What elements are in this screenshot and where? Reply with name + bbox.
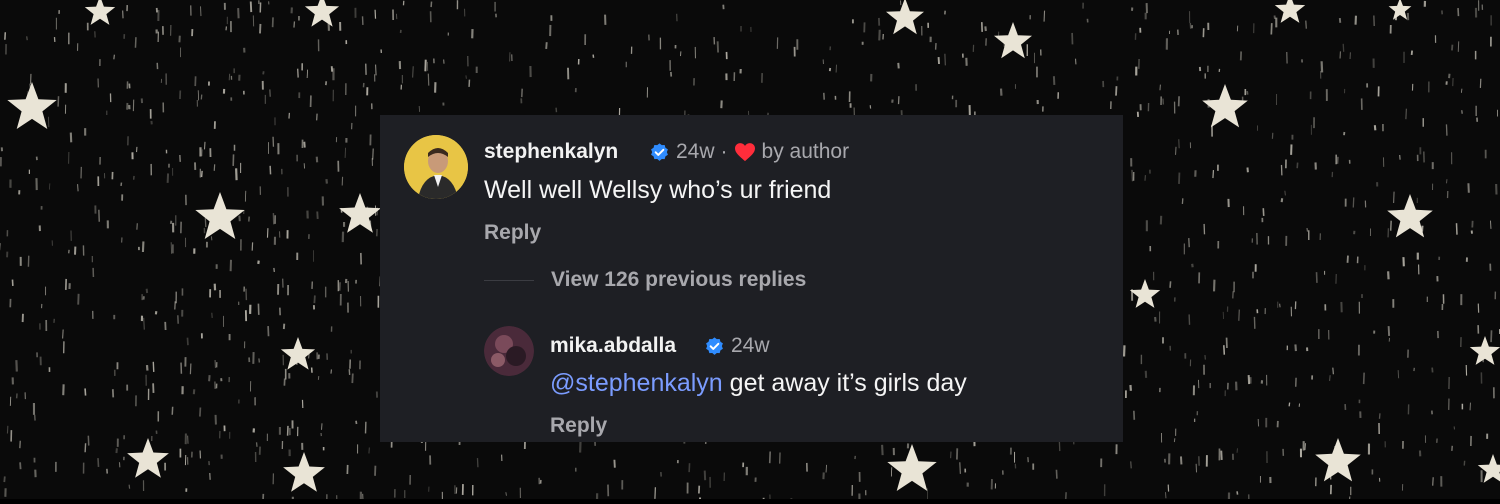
star-icon <box>305 0 339 27</box>
comment-card: stephenkalyn 24w · by author Well well W… <box>380 115 1123 442</box>
reply-time: 24w <box>731 334 770 358</box>
star-icon <box>886 0 924 34</box>
star-icon <box>85 0 115 25</box>
avatar-mika-abdalla[interactable] <box>484 326 534 376</box>
heart-icon <box>734 142 756 162</box>
mention-link[interactable]: @stephenkalyn <box>550 369 723 397</box>
star-icon <box>1275 0 1305 23</box>
verified-badge-icon <box>649 142 670 163</box>
comment-text: Well well Wellsy who’s ur friend <box>484 176 831 205</box>
star-icon <box>7 82 56 129</box>
star-icon <box>1315 438 1361 481</box>
thread-divider-line <box>484 280 534 281</box>
reply-button[interactable]: Reply <box>550 414 607 438</box>
star-icon <box>1202 84 1248 127</box>
reply-text: @stephenkalyn get away it’s girls day <box>550 369 967 398</box>
star-icon <box>195 192 244 239</box>
reply-button[interactable]: Reply <box>484 221 541 245</box>
view-previous-replies-link[interactable]: View 126 previous replies <box>551 268 806 292</box>
reply-meta: 24w <box>704 334 770 358</box>
meta-separator: · <box>721 140 728 164</box>
liked-by-author-label: by author <box>762 140 850 164</box>
star-icon <box>283 452 325 492</box>
star-icon <box>1470 336 1500 365</box>
avatar-stephenkalyn[interactable] <box>404 135 468 199</box>
profile-photo-icon <box>404 135 468 199</box>
profile-photo-icon <box>484 326 534 376</box>
star-icon <box>994 22 1032 58</box>
comment-username[interactable]: stephenkalyn <box>484 140 618 164</box>
star-icon <box>1130 279 1160 308</box>
star-icon <box>339 193 381 233</box>
star-icon <box>281 337 315 370</box>
verified-badge-icon <box>704 336 725 357</box>
reply-body: get away it’s girls day <box>723 369 967 397</box>
reply-username[interactable]: mika.abdalla <box>550 334 676 358</box>
comment-meta: 24w · by author <box>649 140 849 164</box>
comment-time: 24w <box>676 140 715 164</box>
star-icon <box>127 438 169 478</box>
